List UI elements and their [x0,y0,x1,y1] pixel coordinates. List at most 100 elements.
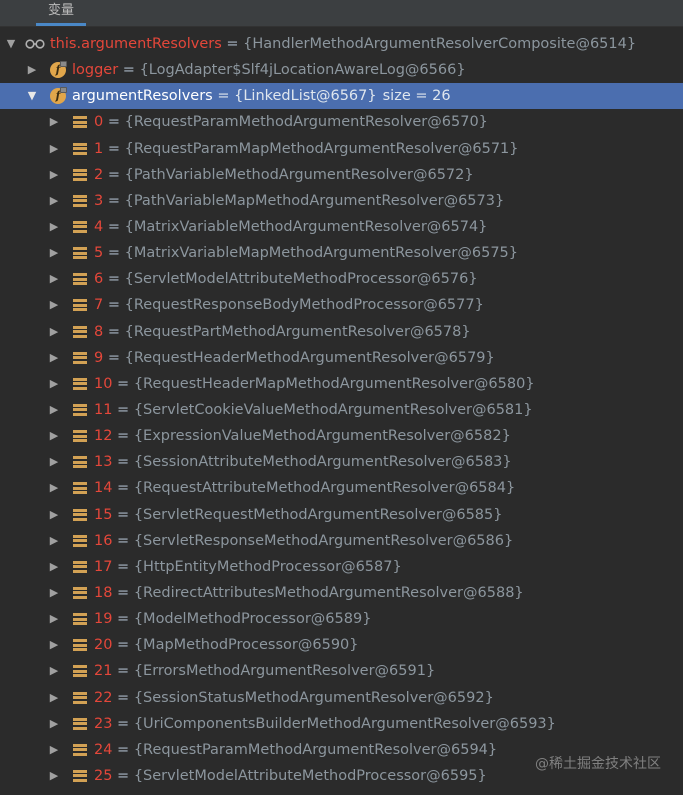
collection-size: size = 26 [382,88,451,105]
expand-right-icon[interactable]: ▶ [47,763,61,789]
item-value: {RequestResponseBodyMethodProcessor@6577… [124,297,484,314]
list-item[interactable]: ▶ 4 = {MatrixVariableMethodArgumentResolv… [0,214,683,240]
expand-right-icon[interactable]: ▶ [25,57,39,83]
item-value: {RequestHeaderMethodArgumentResolver@657… [124,349,495,366]
list-icon [73,116,87,129]
list-icon [73,665,87,678]
list-item[interactable]: ▶ 9 = {RequestHeaderMethodArgumentResolve… [0,345,683,371]
list-item[interactable]: ▶ 0 = {RequestParamMethodArgumentResolver… [0,109,683,135]
glasses-icon [25,39,45,49]
list-icon [73,586,87,599]
list-item[interactable]: ▶ 20 = {MapMethodProcessor@6590} [0,632,683,658]
expand-right-icon[interactable]: ▶ [47,475,61,501]
expand-right-icon[interactable]: ▶ [47,136,61,162]
expand-right-icon[interactable]: ▶ [47,292,61,318]
item-index: 20 [94,637,113,654]
expand-right-icon[interactable]: ▶ [47,188,61,214]
expand-right-icon[interactable]: ▶ [47,449,61,475]
list-item[interactable]: ▶ 13 = {SessionAttributeMethodArgumentRes… [0,449,683,475]
item-index: 21 [94,663,113,680]
item-value: {RequestParamMethodArgumentResolver@6570… [124,114,488,131]
item-index: 24 [94,741,113,758]
item-index: 19 [94,611,113,628]
list-item[interactable]: ▶ 6 = {ServletModelAttributeMethodProcess… [0,266,683,292]
list-item[interactable]: ▶ 2 = {PathVariableMethodArgumentResolver… [0,162,683,188]
list-icon [73,247,87,260]
item-value: {ErrorsMethodArgumentResolver@6591} [133,663,436,680]
expand-right-icon[interactable]: ▶ [47,266,61,292]
list-icon [73,403,87,416]
expand-right-icon[interactable]: ▶ [47,240,61,266]
list-item[interactable]: ▶ 15 = {ServletRequestMethodArgumentResol… [0,502,683,528]
list-item[interactable]: ▶ 21 = {ErrorsMethodArgumentResolver@6591… [0,658,683,684]
field-name: logger [72,62,119,79]
resolver-list: ▶ 0 = {RequestParamMethodArgumentResolver… [0,109,683,789]
expand-right-icon[interactable]: ▶ [47,528,61,554]
tab-variables[interactable]: 变量 [36,0,87,26]
list-item[interactable]: ▶ 17 = {HttpEntityMethodProcessor@6587} [0,554,683,580]
list-icon [73,613,87,626]
list-item[interactable]: ▶ 3 = {PathVariableMapMethodArgumentResol… [0,188,683,214]
list-icon [73,299,87,312]
list-item[interactable]: ▶ 1 = {RequestParamMapMethodArgumentResol… [0,136,683,162]
list-item[interactable]: ▶ 22 = {SessionStatusMethodArgumentResolv… [0,685,683,711]
item-value: {ModelMethodProcessor@6589} [133,611,372,628]
item-value: {ServletRequestMethodArgumentResolver@65… [133,506,503,523]
list-icon [73,351,87,364]
item-value: {RequestPartMethodArgumentResolver@6578} [124,323,471,340]
list-item[interactable]: ▶ 5 = {MatrixVariableMapMethodArgumentRes… [0,240,683,266]
expand-right-icon[interactable]: ▶ [47,502,61,528]
list-icon [73,194,87,207]
lock-icon [60,87,67,94]
list-item[interactable]: ▶ 7 = {RequestResponseBodyMethodProcessor… [0,292,683,318]
list-icon [73,508,87,521]
variables-tab-bar: 变量 [0,0,683,27]
list-item[interactable]: ▶ 10 = {RequestHeaderMapMethodArgumentRes… [0,371,683,397]
list-icon [73,168,87,181]
list-item[interactable]: ▶ 14 = {RequestAttributeMethodArgumentRes… [0,475,683,501]
list-item[interactable]: ▶ 18 = {RedirectAttributesMethodArgumentR… [0,580,683,606]
item-index: 9 [94,349,104,366]
item-value: {ServletModelAttributeMethodProcessor@65… [124,271,478,288]
expand-right-icon[interactable]: ▶ [47,685,61,711]
list-icon [73,142,87,155]
item-value: {MatrixVariableMethodArgumentResolver@65… [124,218,488,235]
item-index: 23 [94,715,113,732]
list-icon [73,743,87,756]
item-value: {MapMethodProcessor@6590} [133,637,359,654]
expand-right-icon[interactable]: ▶ [47,737,61,763]
item-value: {ServletModelAttributeMethodProcessor@65… [133,767,487,784]
expand-right-icon[interactable]: ▶ [47,658,61,684]
expand-right-icon[interactable]: ▶ [47,554,61,580]
list-item[interactable]: ▶ 11 = {ServletCookieValueMethodArgumentR… [0,397,683,423]
expand-right-icon[interactable]: ▶ [47,214,61,240]
tree-row-logger[interactable]: ▶ f logger = {LogAdapter$Slf4jLocationAw… [0,57,683,83]
item-index: 12 [94,428,113,445]
item-index: 0 [94,114,104,131]
expand-right-icon[interactable]: ▶ [47,371,61,397]
expand-right-icon[interactable]: ▶ [47,397,61,423]
expand-right-icon[interactable]: ▶ [47,319,61,345]
field-name: argumentResolvers [72,88,213,105]
item-value: {RequestHeaderMapMethodArgumentResolver@… [133,375,535,392]
list-item[interactable]: ▶ 16 = {ServletResponseMethodArgumentReso… [0,528,683,554]
expand-right-icon[interactable]: ▶ [47,711,61,737]
item-index: 1 [94,140,104,157]
tree-row-argument-resolvers[interactable]: ▼ f argumentResolvers = {LinkedList@6567… [0,83,683,110]
list-icon [73,482,87,495]
expand-right-icon[interactable]: ▶ [47,580,61,606]
list-item[interactable]: ▶ 12 = {ExpressionValueMethodArgumentReso… [0,423,683,449]
expand-right-icon[interactable]: ▶ [47,606,61,632]
tree-row-root[interactable]: ▼ this.argumentResolvers = {HandlerMetho… [0,31,683,57]
item-value: {ServletCookieValueMethodArgumentResolve… [133,401,533,418]
list-item[interactable]: ▶ 23 = {UriComponentsBuilderMethodArgumen… [0,711,683,737]
list-item[interactable]: ▶ 8 = {RequestPartMethodArgumentResolver@… [0,319,683,345]
list-item[interactable]: ▶ 19 = {ModelMethodProcessor@6589} [0,606,683,632]
expand-down-icon[interactable]: ▼ [25,83,39,109]
expand-right-icon[interactable]: ▶ [47,632,61,658]
expand-right-icon[interactable]: ▶ [47,109,61,135]
expand-right-icon[interactable]: ▶ [47,162,61,188]
expand-down-icon[interactable]: ▼ [4,31,18,57]
expand-right-icon[interactable]: ▶ [47,423,61,449]
expand-right-icon[interactable]: ▶ [47,345,61,371]
